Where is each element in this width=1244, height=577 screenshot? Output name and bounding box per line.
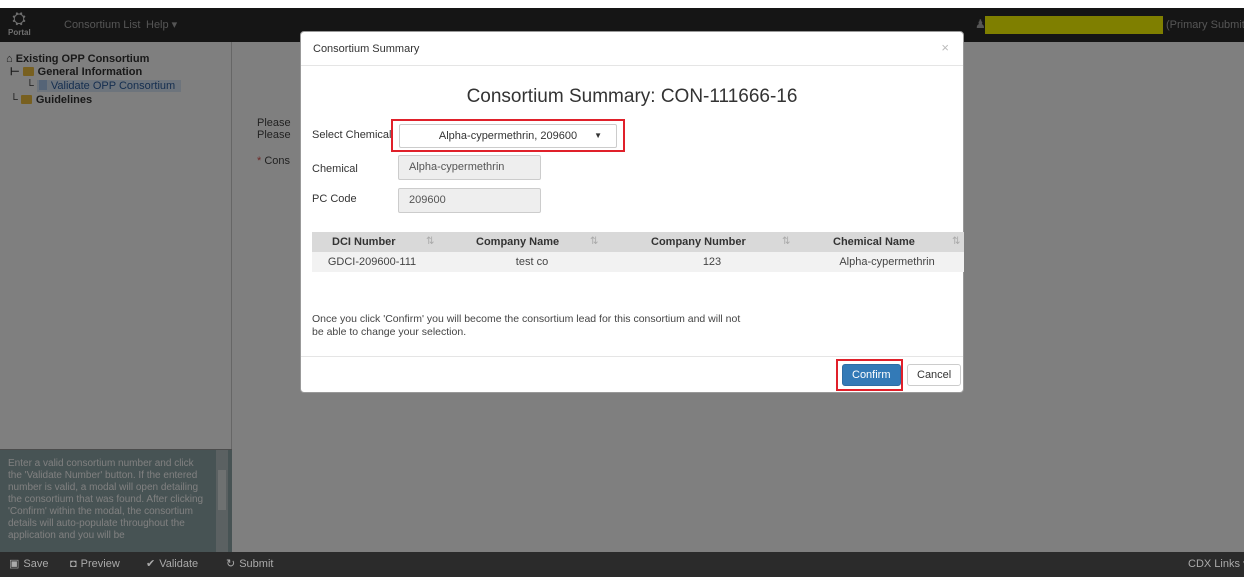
cell-dci-number: GDCI-209600-111 — [327, 256, 417, 268]
camera-icon: ◘ — [70, 558, 77, 570]
refresh-icon: ↻ — [226, 558, 236, 570]
modal-heading: Consortium Summary: CON-111666-16 — [466, 86, 798, 107]
save-button[interactable]: ▣ Save — [9, 552, 48, 577]
close-icon[interactable]: × — [941, 40, 949, 55]
save-icon: ▣ — [9, 558, 20, 570]
select-chemical-label: Select Chemical — [312, 129, 392, 141]
sort-icon[interactable]: ⇅ — [952, 232, 960, 252]
pc-code-field: 209600 — [398, 188, 541, 213]
confirm-highlight-callout — [836, 359, 903, 391]
cdx-links-menu[interactable]: CDX Links ▾ — [1188, 552, 1244, 577]
sort-icon[interactable]: ⇅ — [590, 232, 598, 252]
consortium-summary-modal: Consortium Summary × Consortium Summary:… — [300, 31, 964, 393]
table-header: DCI Number ⇅ Company Name ⇅ Company Numb… — [312, 232, 964, 252]
validate-button[interactable]: ✔ Validate — [146, 552, 198, 577]
column-header-dci-number[interactable]: DCI Number — [332, 232, 396, 252]
column-header-company-number[interactable]: Company Number — [651, 232, 746, 252]
cancel-button[interactable]: Cancel — [907, 364, 962, 386]
column-header-chemical-name[interactable]: Chemical Name — [833, 232, 915, 252]
modal-footer: Confirm Cancel — [301, 356, 963, 392]
chemical-field: Alpha-cypermethrin — [398, 155, 541, 180]
pc-code-label: PC Code — [312, 193, 357, 205]
checkmark-icon: ✔ — [146, 558, 156, 570]
sort-icon[interactable]: ⇅ — [782, 232, 790, 252]
preview-button[interactable]: ◘ Preview — [70, 552, 120, 577]
bottom-toolbar: ▣ Save ◘ Preview ✔ Validate ↻ Submit CDX Lin… — [0, 552, 1244, 577]
select-highlight-callout — [391, 119, 625, 152]
cell-chemical-name: Alpha-cypermethrin — [839, 256, 935, 268]
chemical-label: Chemical — [312, 163, 358, 175]
cell-company-number: 123 — [702, 256, 722, 268]
sort-asc-icon[interactable]: ⇅ — [426, 232, 434, 252]
modal-header: Consortium Summary × — [301, 32, 963, 66]
submit-button[interactable]: ↻ Submit — [226, 552, 273, 577]
modal-title: Consortium Summary — [313, 43, 420, 55]
column-header-company-name[interactable]: Company Name — [476, 232, 559, 252]
cell-company-name: test co — [515, 256, 549, 268]
table-row[interactable]: GDCI-209600-111 test co 123 Alpha-cyperm… — [312, 252, 964, 272]
confirm-warning-text: Once you click 'Confirm' you will become… — [312, 313, 741, 338]
